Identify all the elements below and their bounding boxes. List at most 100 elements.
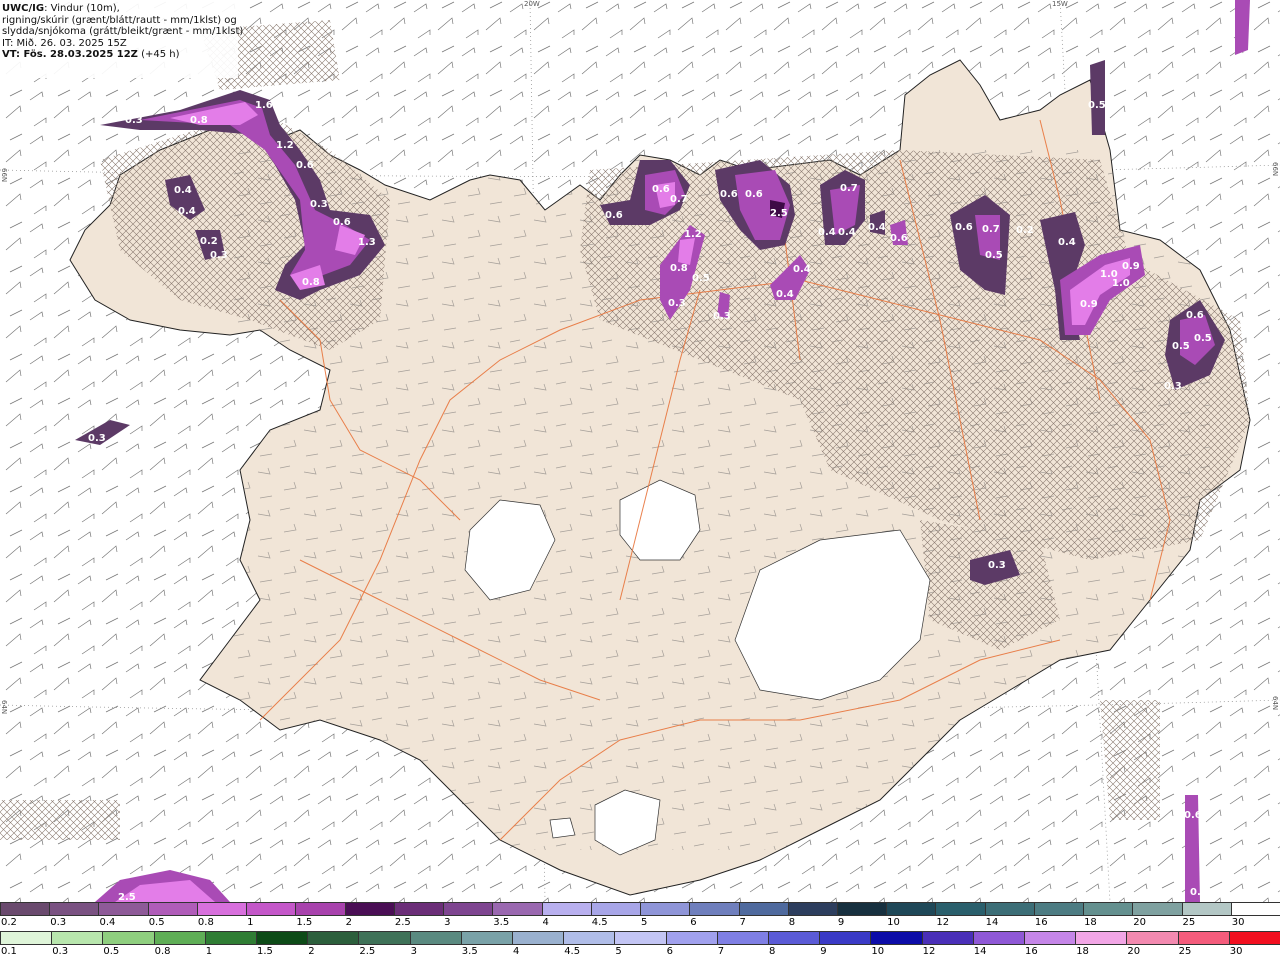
snow-scale-tick-label: 5 [641, 917, 648, 928]
precip-label: 0.4 [174, 185, 192, 196]
snow-scale-swatch [984, 903, 1034, 915]
snow-scale-swatch [836, 903, 887, 915]
precip-label: 0.5 [1194, 333, 1212, 344]
precip-label: 0.3 [125, 115, 143, 126]
precip-label: 0.2 [1016, 225, 1034, 236]
rain-scale-swatch [460, 932, 513, 944]
snow-color-scale: 0.2 0.3 0.4 0.5 0.8 1 1.5 2 2.5 3 3.5 4 4.5 5 6 7 8 9 10 12… [0, 902, 1280, 931]
rain-scale-swatch [256, 932, 308, 944]
map-info-legend: UWC/IG: Vindur (10m), rigning/skúrir (gr… [0, 0, 244, 78]
snow-scale-tick-label: 20 [1133, 917, 1147, 928]
precip-label: 0.2 [200, 236, 218, 247]
map-canvas: 0.3 0.8 1.6 1.2 0.6 0.3 0.6 1.3 0.8 0.4 … [0, 0, 1280, 902]
snow-scale-tick-label: 4.5 [591, 917, 608, 928]
legend-title-line: UWC/IG: Vindur (10m), [2, 3, 238, 15]
legend-title-model: UWC/IG [2, 3, 45, 14]
rain-scale-tick-label: 3.5 [461, 946, 478, 957]
snow-scale-tick-label: 8 [788, 917, 796, 928]
rain-scale-tick-label: 1.5 [257, 946, 273, 957]
legend-title-variable: : Vindur (10m), [44, 3, 120, 14]
snow-scale-swatch [590, 903, 641, 915]
precip-label: 0.4 [178, 206, 196, 217]
snow-scale-tick-label: 1 [247, 917, 254, 928]
rain-scale-swatch [819, 932, 871, 944]
snow-scale-tick-label: 16 [1034, 917, 1048, 928]
precip-label: 1.2 [276, 140, 294, 151]
rain-scale-swatch [921, 932, 973, 944]
lat-label-66n-left: 66N [0, 168, 8, 183]
precip-label: 1.2 [684, 229, 702, 240]
snow-scale-tick-label: 6 [690, 917, 697, 928]
rain-scale-tick-label: 16 [1025, 946, 1038, 957]
rain-scale-swatch [0, 932, 52, 944]
rain-scale-tick-label: 2.5 [359, 946, 376, 957]
rain-scale-tick-label: 10 [871, 946, 885, 957]
precip-label: 0.5 [692, 273, 710, 284]
precip-label: 0.6 [296, 160, 314, 171]
snow-scale-tick-label: 3 [444, 917, 451, 928]
snow-scale-swatch [1033, 903, 1084, 915]
snow-scale-swatch [492, 903, 542, 915]
precip-label: 1.6 [255, 100, 273, 111]
snow-scale-swatch [0, 903, 50, 915]
rain-scale-swatch [972, 932, 1025, 944]
lat-label-64n-right: 64N [1271, 696, 1279, 711]
precip-label: 0.6 [720, 189, 738, 200]
precip-label: 2.5 [770, 208, 788, 219]
snow-scale-tick-label: 0.3 [50, 917, 67, 928]
rain-scale-swatch [153, 932, 205, 944]
precip-label: 0.5 [1172, 341, 1190, 352]
legend-snow-line: slydda/snjókoma (grátt/bleikt/grænt - mm… [2, 26, 244, 37]
snow-scale-tick-label: 18 [1084, 917, 1097, 928]
legend-rain-line: rigning/skúrir (grænt/blátt/rautt - mm/1… [2, 14, 237, 26]
rain-scale-swatch [665, 932, 717, 944]
rain-scale-tick-label: 4 [513, 946, 520, 957]
rain-scale-swatch [512, 932, 564, 944]
precip-label: 0.6 [1184, 810, 1202, 821]
snow-scale-tick-label: 0.4 [99, 917, 116, 928]
snow-scale-swatch [196, 903, 247, 915]
rain-scale-swatch [716, 932, 769, 944]
precip-label: 0.6 [333, 217, 351, 228]
snow-scale-tick-label: 2.5 [394, 917, 411, 928]
legend-forecast-hour: (+45 h) [137, 49, 180, 60]
rain-scale-swatch [307, 932, 359, 944]
legend-initial-time: IT: Mið. 26. 03. 2025 15Z [2, 37, 127, 49]
color-scales: 0.2 0.3 0.4 0.5 0.8 1 1.5 2 2.5 3 3.5 4 4.5 5 6 7 8 9 10 12… [0, 902, 1280, 960]
snow-scale-swatch [1083, 903, 1133, 915]
snow-scale-tick-label: 12 [936, 917, 950, 928]
rain-scale-tick-label: 4.5 [564, 946, 581, 957]
precip-label: 0.3 [88, 433, 106, 444]
snow-scale-swatch [886, 903, 936, 915]
rain-scale-tick-label: 2 [308, 946, 315, 957]
snow-scale-swatch [1181, 903, 1231, 915]
rain-scale-swatch [1075, 932, 1127, 944]
rain-scale-swatch [768, 932, 820, 944]
precip-label: 0.6 [605, 210, 623, 221]
rain-scale-swatch [51, 932, 103, 944]
precip-label: 0.9 [1122, 261, 1140, 272]
snow-scale-swatch [738, 903, 788, 915]
precip-label: 0.6 [652, 184, 670, 195]
snow-scale-tick-label: 14 [985, 917, 999, 928]
snow-scale-swatch [246, 903, 296, 915]
precip-label: 0.3 [713, 311, 731, 322]
rain-scale-swatch [614, 932, 666, 944]
snow-scale-swatch [49, 903, 99, 915]
snow-scale-tick-label: 3.5 [493, 917, 510, 928]
rain-scale-swatch [870, 932, 922, 944]
precip-label: 0.4 [818, 227, 836, 238]
rain-scale-tick-label: 7 [717, 946, 725, 957]
precip-label: 0.6 [745, 189, 763, 200]
snow-scale-tick-label: 1.5 [296, 917, 313, 928]
precip-label: 0.8 [670, 263, 688, 274]
precip-label: 2.5 [118, 892, 136, 902]
precip-label: 1.0 [1112, 278, 1130, 289]
rain-scale-tick-label: 3 [410, 946, 417, 957]
snow-scale-swatch [1132, 903, 1182, 915]
rain-scale-swatches [0, 931, 1280, 945]
precip-label: 0.4 [793, 264, 811, 275]
precip-label: 0.4 [838, 227, 856, 238]
rain-scale-tick-label: 30 [1229, 946, 1243, 957]
rain-scale-tick-label: 25 [1178, 946, 1192, 957]
